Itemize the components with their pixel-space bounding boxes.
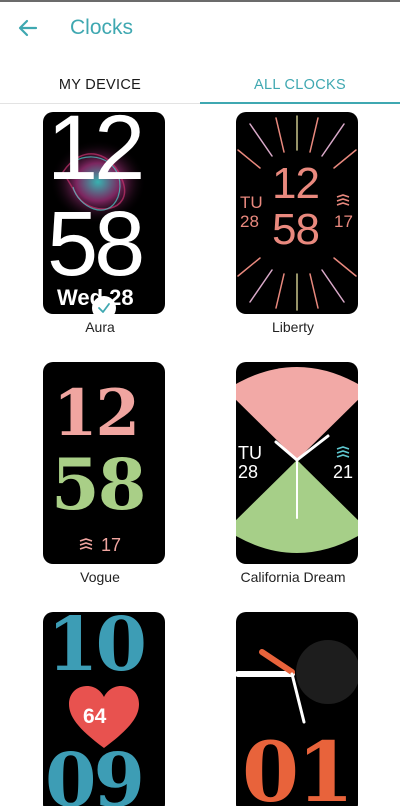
clock-face-california-dream: TU 28 21 bbox=[236, 362, 358, 564]
clock-face-heart: 10 64 09 bbox=[43, 612, 165, 806]
clock-card-analog[interactable]: 01 bbox=[193, 604, 393, 806]
heart-face-hour: 10 bbox=[47, 612, 147, 688]
clock-card-california-dream[interactable]: TU 28 21 California Dream bbox=[193, 354, 393, 594]
heart-face-minute: 09 bbox=[45, 738, 145, 806]
clock-name: Aura bbox=[85, 319, 115, 335]
clock-grid: 12 58 Wed 28 Aura 12 58 TU 28 17 Liberty… bbox=[0, 104, 400, 806]
liberty-stat: 17 bbox=[334, 212, 353, 231]
selected-badge bbox=[92, 296, 116, 320]
clock-name: California Dream bbox=[240, 569, 346, 585]
clock-face-analog: 01 bbox=[236, 612, 358, 806]
vogue-stat: 17 bbox=[101, 535, 122, 555]
app-header: Clocks bbox=[0, 2, 400, 60]
liberty-day: TU bbox=[240, 193, 263, 212]
vogue-minute: 58 bbox=[51, 443, 146, 526]
clock-name: Liberty bbox=[271, 319, 315, 335]
clock-face-aura: 12 58 Wed 28 bbox=[43, 112, 165, 314]
wave-icon bbox=[79, 538, 93, 550]
clock-card-heart[interactable]: 10 64 09 bbox=[0, 604, 200, 806]
arrow-left-icon bbox=[18, 19, 38, 37]
wave-icon bbox=[336, 446, 350, 458]
liberty-hour: 12 bbox=[272, 159, 320, 208]
aura-hour: 12 bbox=[47, 112, 145, 199]
vogue-hour: 12 bbox=[53, 376, 140, 451]
heart-rate-value: 64 bbox=[83, 705, 107, 728]
california-stat: 21 bbox=[333, 462, 354, 482]
clock-card-vogue[interactable]: 12 58 17 Vogue bbox=[0, 354, 200, 594]
aura-minute: 58 bbox=[47, 193, 145, 295]
clock-name: Vogue bbox=[80, 569, 120, 585]
check-icon bbox=[98, 303, 110, 313]
clock-card-liberty[interactable]: 12 58 TU 28 17 Liberty bbox=[193, 104, 393, 344]
tab-all-clocks[interactable]: ALL CLOCKS bbox=[200, 66, 400, 104]
clock-face-vogue: 12 58 17 bbox=[43, 362, 165, 564]
back-button[interactable] bbox=[10, 10, 46, 46]
analog-face-digits: 01 bbox=[242, 725, 354, 806]
wave-icon bbox=[336, 194, 350, 206]
liberty-minute: 58 bbox=[272, 205, 320, 254]
clock-card-aura[interactable]: 12 58 Wed 28 Aura bbox=[0, 104, 200, 344]
california-day: TU bbox=[238, 443, 262, 463]
california-date: 28 bbox=[238, 462, 259, 482]
tab-my-device[interactable]: MY DEVICE bbox=[0, 66, 200, 104]
page-title: Clocks bbox=[70, 16, 134, 39]
liberty-date: 28 bbox=[240, 212, 259, 231]
tab-bar: MY DEVICE ALL CLOCKS bbox=[0, 66, 400, 104]
clock-face-liberty: 12 58 TU 28 17 bbox=[236, 112, 358, 314]
